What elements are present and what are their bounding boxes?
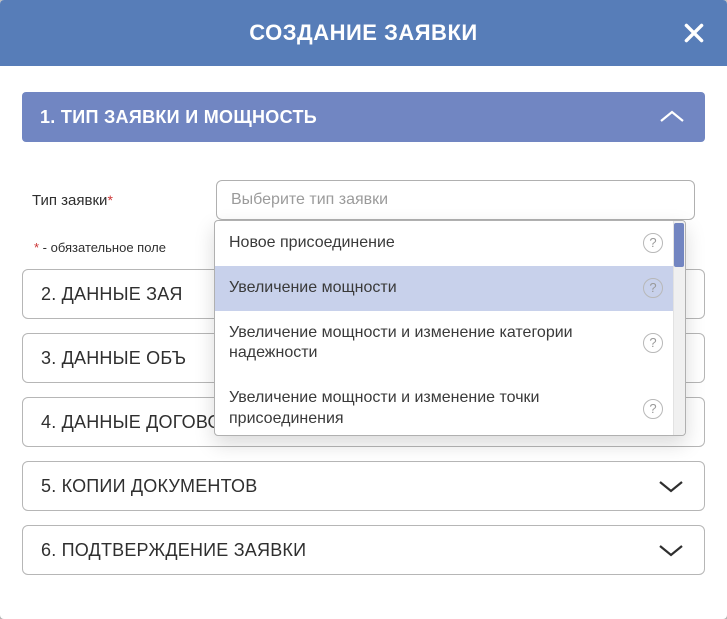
help-icon[interactable]: ? bbox=[643, 233, 663, 253]
dropdown-option-increase-power-reliability[interactable]: Увеличение мощности и изменение категори… bbox=[215, 311, 679, 377]
select-placeholder: Выберите тип заявки bbox=[231, 191, 388, 209]
dropdown-option-new-connection[interactable]: Новое присоединение ? bbox=[215, 221, 679, 266]
dropdown-option-increase-power-connection-point[interactable]: Увеличение мощности и изменение точки пр… bbox=[215, 376, 679, 435]
help-icon[interactable]: ? bbox=[643, 278, 663, 298]
required-note-text: - обязательное поле bbox=[39, 240, 166, 255]
chevron-down-icon bbox=[656, 476, 686, 496]
modal-create-request: СОЗДАНИЕ ЗАЯВКИ 1. ТИП ЗАЯВКИ И МОЩНОСТЬ… bbox=[0, 0, 727, 619]
accordion-header-type-and-power[interactable]: 1. ТИП ЗАЯВКИ И МОЩНОСТЬ bbox=[22, 92, 705, 142]
required-star: * bbox=[107, 192, 112, 208]
accordion-title: 6. ПОДТВЕРЖДЕНИЕ ЗАЯВКИ bbox=[41, 540, 306, 561]
help-icon[interactable]: ? bbox=[643, 399, 663, 419]
accordion-header-document-copies[interactable]: 5. КОПИИ ДОКУМЕНТОВ bbox=[22, 461, 705, 511]
scrollbar-thumb[interactable] bbox=[674, 223, 684, 267]
dropdown-option-increase-power[interactable]: Увеличение мощности ? bbox=[215, 266, 679, 311]
dropdown-option-label: Новое присоединение bbox=[229, 233, 633, 254]
dropdown-option-label: Увеличение мощности и изменение категори… bbox=[229, 323, 633, 365]
dropdown-list: Новое присоединение ? Увеличение мощност… bbox=[215, 221, 679, 435]
accordion-title: 3. ДАННЫЕ ОБЪ bbox=[41, 348, 186, 369]
modal-header: СОЗДАНИЕ ЗАЯВКИ bbox=[0, 0, 727, 66]
close-icon bbox=[681, 20, 707, 46]
modal-body: 1. ТИП ЗАЯВКИ И МОЩНОСТЬ Тип заявки* Выб… bbox=[0, 66, 727, 611]
field-row-application-type: Тип заявки* Выберите тип заявки bbox=[32, 180, 695, 220]
modal-title: СОЗДАНИЕ ЗАЯВКИ bbox=[249, 20, 477, 46]
chevron-up-icon bbox=[657, 107, 687, 127]
accordion-header-confirmation[interactable]: 6. ПОДТВЕРЖДЕНИЕ ЗАЯВКИ bbox=[22, 525, 705, 575]
help-icon[interactable]: ? bbox=[643, 333, 663, 353]
dropdown-scrollbar[interactable] bbox=[673, 221, 685, 435]
chevron-down-icon bbox=[656, 540, 686, 560]
dropdown-option-label: Увеличение мощности bbox=[229, 278, 633, 299]
close-button[interactable] bbox=[681, 20, 707, 46]
accordion-title: 1. ТИП ЗАЯВКИ И МОЩНОСТЬ bbox=[40, 107, 317, 128]
application-type-select[interactable]: Выберите тип заявки bbox=[216, 180, 695, 220]
application-type-dropdown: Новое присоединение ? Увеличение мощност… bbox=[214, 220, 686, 436]
dropdown-option-label: Увеличение мощности и изменение точки пр… bbox=[229, 388, 633, 430]
field-label-text: Тип заявки bbox=[32, 192, 107, 209]
accordion-title: 2. ДАННЫЕ ЗАЯ bbox=[41, 284, 183, 305]
field-label: Тип заявки* bbox=[32, 192, 192, 209]
section1-content: Тип заявки* Выберите тип заявки * - обяз… bbox=[22, 156, 705, 259]
accordion-title: 5. КОПИИ ДОКУМЕНТОВ bbox=[41, 476, 257, 497]
